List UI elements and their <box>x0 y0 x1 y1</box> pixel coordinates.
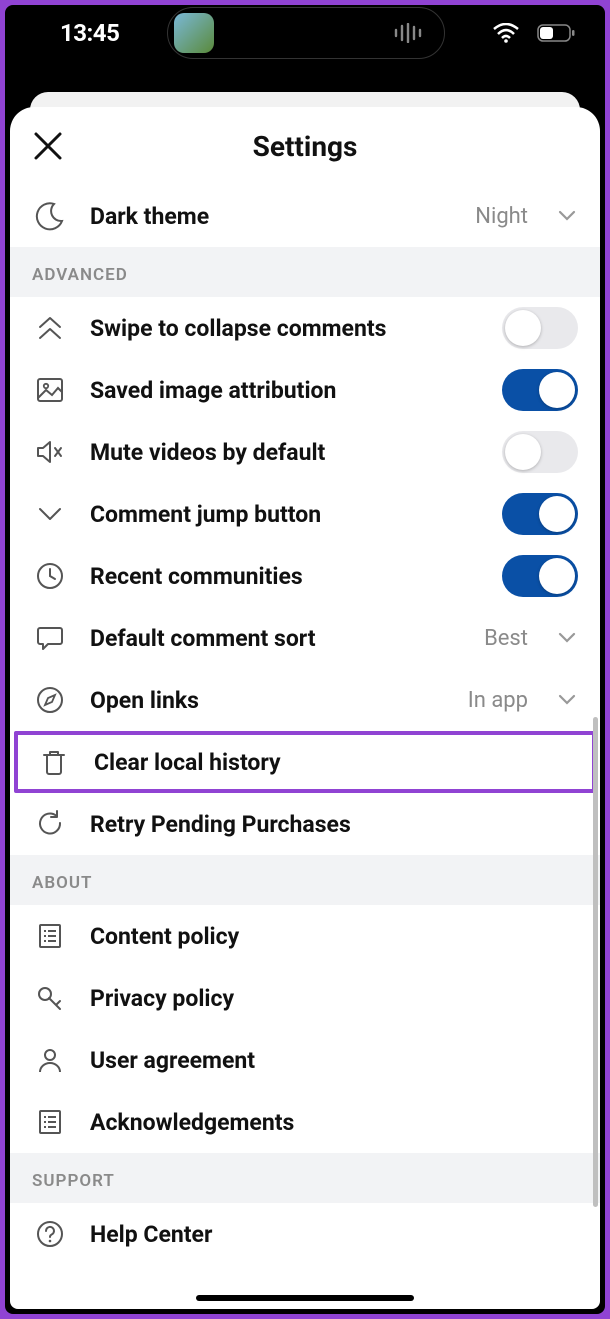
row-default-sort[interactable]: Default comment sort Best <box>10 607 600 669</box>
image-icon <box>32 372 68 408</box>
chevron-down-large-icon <box>32 496 68 532</box>
close-icon <box>33 131 63 161</box>
saved-attribution-toggle[interactable] <box>502 369 578 411</box>
content-policy-label: Content policy <box>90 923 578 950</box>
comment-jump-label: Comment jump button <box>90 501 480 528</box>
row-acknowledgements[interactable]: Acknowledgements <box>10 1091 600 1153</box>
scrollbar[interactable] <box>593 717 598 1207</box>
settings-sheet: Settings Dark theme Night ADVANCED Swipe… <box>10 107 600 1309</box>
compass-icon <box>32 682 68 718</box>
comment-icon <box>32 620 68 656</box>
default-sort-label: Default comment sort <box>90 625 462 652</box>
retry-purchases-label: Retry Pending Purchases <box>90 811 578 838</box>
clear-history-label: Clear local history <box>94 749 574 776</box>
document-list-icon <box>32 1104 68 1140</box>
key-icon <box>32 980 68 1016</box>
help-center-label: Help Center <box>90 1221 578 1248</box>
document-list-icon <box>32 918 68 954</box>
dark-theme-label: Dark theme <box>90 203 453 230</box>
section-about: ABOUT <box>10 855 600 905</box>
row-privacy-policy[interactable]: Privacy policy <box>10 967 600 1029</box>
acknowledgements-label: Acknowledgements <box>90 1109 578 1136</box>
saved-attribution-label: Saved image attribution <box>90 377 480 404</box>
question-circle-icon <box>32 1216 68 1252</box>
trash-icon <box>36 744 72 780</box>
close-button[interactable] <box>28 126 68 166</box>
row-recent-communities[interactable]: Recent communities <box>10 545 600 607</box>
swipe-collapse-label: Swipe to collapse comments <box>90 315 480 342</box>
privacy-policy-label: Privacy policy <box>90 985 578 1012</box>
open-links-label: Open links <box>90 687 446 714</box>
open-links-value: In app <box>468 688 528 713</box>
wifi-icon <box>493 23 519 43</box>
comment-jump-toggle[interactable] <box>502 493 578 535</box>
app-icon <box>174 13 214 53</box>
swipe-collapse-toggle[interactable] <box>502 307 578 349</box>
home-indicator[interactable] <box>196 1295 414 1301</box>
row-content-policy[interactable]: Content policy <box>10 905 600 967</box>
row-retry-purchases[interactable]: Retry Pending Purchases <box>10 793 600 855</box>
clock-icon <box>32 558 68 594</box>
double-chevron-up-icon <box>32 310 68 346</box>
row-user-agreement[interactable]: User agreement <box>10 1029 600 1091</box>
mute-videos-toggle[interactable] <box>502 431 578 473</box>
section-support: SUPPORT <box>10 1153 600 1203</box>
user-icon <box>32 1042 68 1078</box>
status-time: 13:45 <box>60 19 119 47</box>
section-advanced: ADVANCED <box>10 247 600 297</box>
moon-icon <box>32 198 68 234</box>
dark-theme-value: Night <box>475 204 528 229</box>
row-mute-videos[interactable]: Mute videos by default <box>10 421 600 483</box>
recent-communities-toggle[interactable] <box>502 555 578 597</box>
battery-icon <box>537 24 575 42</box>
dynamic-island <box>167 7 445 59</box>
row-comment-jump[interactable]: Comment jump button <box>10 483 600 545</box>
row-clear-history[interactable]: Clear local history <box>14 731 596 793</box>
row-open-links[interactable]: Open links In app <box>10 669 600 731</box>
row-dark-theme[interactable]: Dark theme Night <box>10 185 600 247</box>
sheet-header: Settings <box>10 107 600 185</box>
chevron-down-icon <box>556 210 578 222</box>
status-bar: 13:45 <box>5 5 605 60</box>
audio-waveform-icon <box>394 23 422 43</box>
user-agreement-label: User agreement <box>90 1047 578 1074</box>
default-sort-value: Best <box>484 626 528 651</box>
row-swipe-collapse[interactable]: Swipe to collapse comments <box>10 297 600 359</box>
refresh-icon <box>32 806 68 842</box>
page-title: Settings <box>10 130 600 163</box>
row-saved-attribution[interactable]: Saved image attribution <box>10 359 600 421</box>
recent-communities-label: Recent communities <box>90 563 480 590</box>
mute-videos-label: Mute videos by default <box>90 439 480 466</box>
speaker-mute-icon <box>32 434 68 470</box>
chevron-down-icon <box>556 694 578 706</box>
row-help-center[interactable]: Help Center <box>10 1203 600 1265</box>
chevron-down-icon <box>556 632 578 644</box>
